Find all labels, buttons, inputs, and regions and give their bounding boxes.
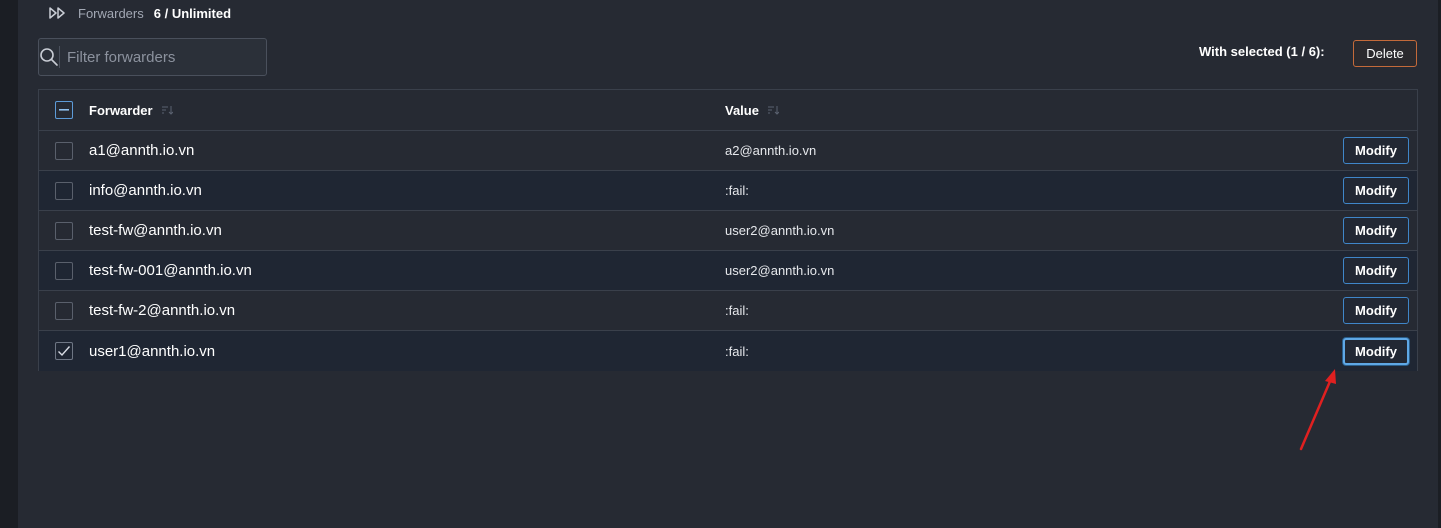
forwarder-value: :fail: — [725, 303, 749, 318]
modify-button[interactable]: Modify — [1343, 257, 1409, 284]
modify-button[interactable]: Modify — [1343, 337, 1409, 365]
breadcrumb-label: Forwarders — [78, 5, 144, 21]
column-header-forwarder[interactable]: Forwarder — [89, 103, 725, 118]
search-input[interactable] — [60, 47, 268, 67]
delete-button[interactable]: Delete — [1353, 40, 1417, 67]
table-row: user1@annth.io.vn :fail: Modify — [39, 331, 1417, 371]
check-icon — [58, 346, 71, 357]
column-header-value-label: Value — [725, 102, 759, 118]
select-all-checkbox[interactable] — [55, 101, 73, 119]
table-header: Forwarder Value — [39, 90, 1417, 131]
forwarder-address: test-fw@annth.io.vn — [89, 222, 222, 239]
table-row: test-fw-001@annth.io.vn user2@annth.io.v… — [39, 251, 1417, 291]
search-box — [38, 38, 268, 76]
search-icon — [39, 46, 60, 68]
forwarder-address: test-fw-2@annth.io.vn — [89, 302, 236, 319]
modify-button[interactable]: Modify — [1343, 297, 1409, 324]
table-row: test-fw@annth.io.vn user2@annth.io.vn Mo… — [39, 211, 1417, 251]
table-row: test-fw-2@annth.io.vn :fail: Modify — [39, 291, 1417, 331]
modify-button[interactable]: Modify — [1343, 217, 1409, 244]
forward-double-icon — [48, 6, 70, 20]
forwarder-value: user2@annth.io.vn — [725, 223, 835, 238]
annotation-arrow-icon — [1299, 369, 1336, 451]
forwarder-value: :fail: — [725, 343, 749, 359]
column-header-value[interactable]: Value — [725, 103, 1285, 118]
table-row: a1@annth.io.vn a2@annth.io.vn Modify — [39, 131, 1417, 171]
forwarder-value: a2@annth.io.vn — [725, 143, 817, 158]
row-checkbox[interactable] — [55, 301, 73, 320]
forwarder-address: user1@annth.io.vn — [89, 342, 216, 360]
forwarder-count: 6 / Unlimited — [153, 5, 232, 21]
row-checkbox[interactable] — [55, 261, 73, 280]
row-checkbox[interactable] — [55, 141, 73, 160]
row-checkbox[interactable] — [55, 181, 73, 200]
modify-button[interactable]: Modify — [1343, 177, 1409, 204]
forwarder-address: test-fw-001@annth.io.vn — [89, 262, 252, 279]
forwarder-value: user2@annth.io.vn — [725, 263, 835, 278]
breadcrumb: Forwarders 6 / Unlimited — [48, 4, 231, 22]
left-sidebar-edge — [0, 0, 18, 528]
row-checkbox[interactable] — [55, 342, 73, 360]
forwarder-address: a1@annth.io.vn — [89, 142, 195, 159]
table-row: info@annth.io.vn :fail: Modify — [39, 171, 1417, 211]
sort-icon — [767, 106, 779, 115]
column-header-forwarder-label: Forwarder — [89, 102, 153, 118]
with-selected-label: With selected (1 / 6): — [1199, 44, 1325, 59]
row-checkbox[interactable] — [55, 221, 73, 240]
forwarder-address: info@annth.io.vn — [89, 182, 202, 199]
forwarders-table: Forwarder Value a1@annth.io.vn a2@annth.… — [38, 89, 1418, 371]
forwarder-value: :fail: — [725, 183, 749, 198]
modify-button[interactable]: Modify — [1343, 137, 1409, 164]
sort-icon — [161, 106, 173, 115]
